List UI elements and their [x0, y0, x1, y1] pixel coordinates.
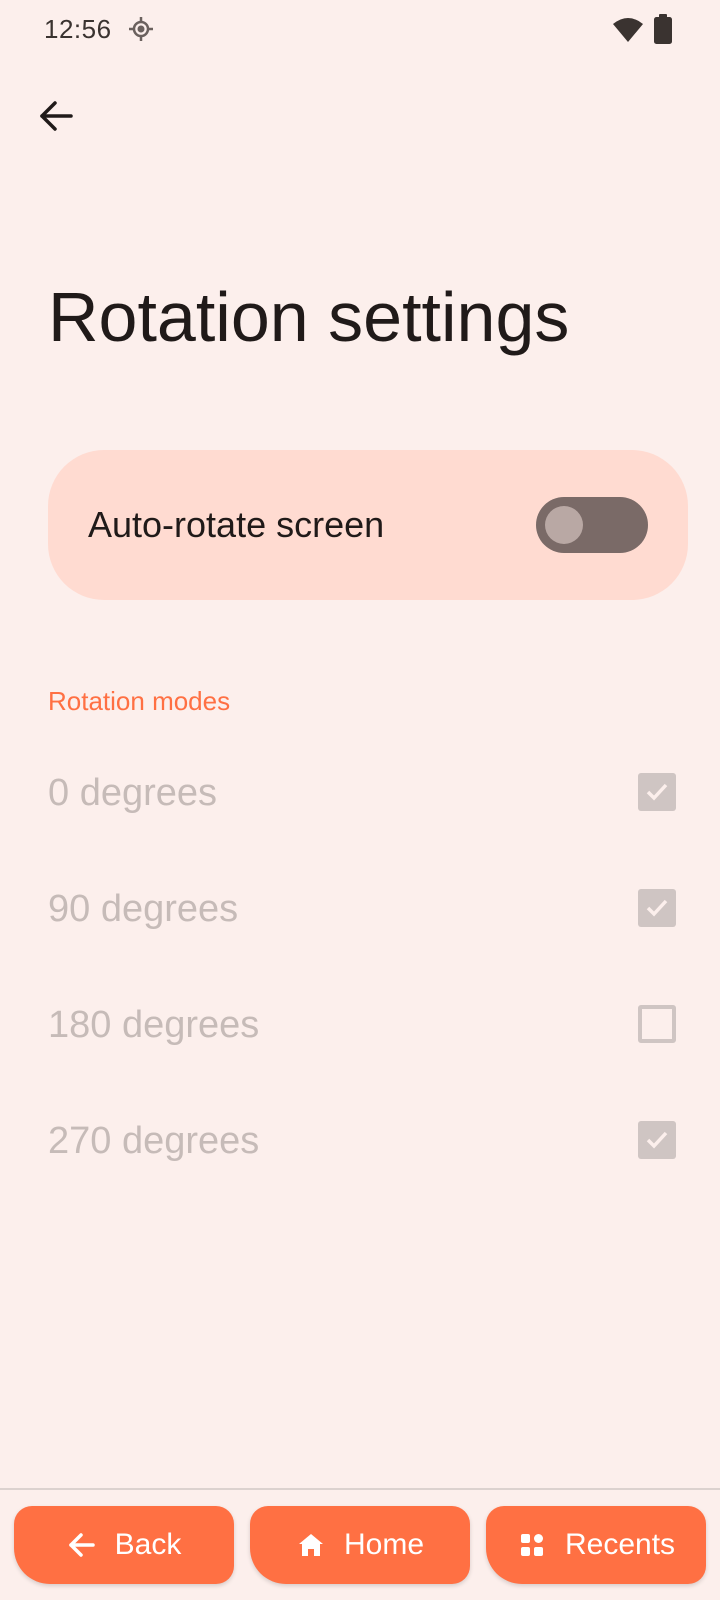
auto-rotate-toggle[interactable]	[536, 497, 648, 553]
rotation-mode-180[interactable]: 180 degrees	[0, 968, 720, 1084]
navigation-bar: Back Home Recents	[0, 1488, 720, 1600]
checkmark-icon	[646, 783, 668, 801]
nav-recents-button[interactable]: Recents	[486, 1506, 706, 1584]
auto-rotate-card[interactable]: Auto-rotate screen	[48, 450, 688, 600]
home-icon	[296, 1530, 326, 1560]
location-crosshair-icon	[129, 17, 153, 41]
back-button[interactable]	[32, 92, 80, 140]
rotation-mode-checkbox[interactable]	[638, 889, 676, 927]
rotation-mode-0[interactable]: 0 degrees	[0, 736, 720, 852]
toggle-thumb	[545, 506, 583, 544]
status-time: 12:56	[44, 14, 112, 44]
auto-rotate-label: Auto-rotate screen	[88, 504, 385, 545]
rotation-mode-label: 270 degrees	[48, 1120, 260, 1162]
arrow-left-icon	[67, 1530, 97, 1560]
rotation-mode-270[interactable]: 270 degrees	[0, 1084, 720, 1200]
page-title: Rotation settings	[48, 278, 570, 356]
rotation-mode-checkbox[interactable]	[638, 773, 676, 811]
status-bar: 12:56	[0, 0, 720, 62]
rotation-mode-label: 0 degrees	[48, 772, 218, 814]
battery-icon	[654, 14, 672, 44]
wifi-icon	[613, 18, 643, 42]
nav-home-button[interactable]: Home	[250, 1506, 470, 1584]
rotation-modes-header: Rotation modes	[48, 686, 231, 716]
arrow-left-icon	[40, 101, 73, 131]
nav-back-label: Back	[114, 1528, 182, 1561]
checkmark-icon	[646, 899, 668, 917]
nav-home-label: Home	[343, 1528, 425, 1561]
rotation-mode-label: 180 degrees	[48, 1004, 260, 1046]
rotation-mode-label: 90 degrees	[48, 888, 239, 930]
nav-back-button[interactable]: Back	[14, 1506, 234, 1584]
recents-grid-icon	[517, 1530, 547, 1560]
rotation-mode-checkbox[interactable]	[638, 1121, 676, 1159]
rotation-mode-checkbox[interactable]	[638, 1005, 676, 1043]
nav-recents-label: Recents	[564, 1528, 676, 1561]
checkmark-icon	[646, 1131, 668, 1149]
rotation-mode-90[interactable]: 90 degrees	[0, 852, 720, 968]
